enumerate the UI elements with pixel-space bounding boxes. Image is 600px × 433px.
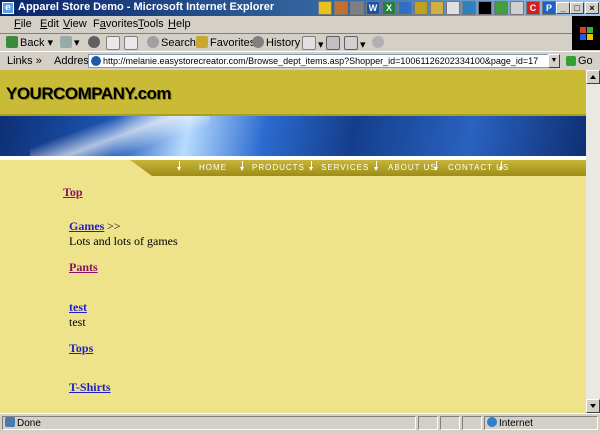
favorites-button[interactable]: Favorites bbox=[196, 36, 255, 49]
standard-toolbar: Back ▾ ▾ Search Favorites History ▾ ▾ bbox=[0, 34, 572, 51]
mail-icon bbox=[302, 36, 316, 50]
forward-button[interactable]: ▾ bbox=[60, 36, 80, 49]
menu-bar: File Edit View Favorites Tools Help bbox=[0, 16, 600, 34]
nav-products[interactable]: PRODUCTS bbox=[252, 163, 305, 172]
site-logo[interactable]: YOURCOMPANY.com bbox=[6, 84, 172, 104]
address-dropdown-button[interactable]: ▼ bbox=[548, 54, 560, 68]
nav-services[interactable]: SERVICES bbox=[321, 163, 369, 172]
nav-arrow-icon bbox=[499, 161, 503, 173]
page-globe-icon bbox=[91, 56, 101, 66]
page-done-icon bbox=[5, 417, 15, 427]
app-icon[interactable]: C bbox=[526, 1, 540, 15]
dept-description-games: Lots and lots of games bbox=[69, 234, 178, 248]
home-button[interactable] bbox=[124, 36, 140, 51]
ie-app-icon: e bbox=[2, 2, 14, 14]
top-link[interactable]: Top bbox=[63, 185, 83, 200]
app-icon[interactable] bbox=[398, 1, 412, 15]
go-button[interactable]: Go bbox=[566, 55, 593, 67]
back-button[interactable]: Back ▾ bbox=[6, 36, 53, 49]
refresh-icon bbox=[106, 36, 120, 50]
nav-about-us[interactable]: ABOUT US bbox=[388, 163, 437, 172]
history-clock-icon bbox=[252, 36, 264, 48]
dept-description-test: test bbox=[69, 315, 86, 329]
close-button[interactable]: × bbox=[585, 2, 599, 14]
nav-arrow-icon bbox=[309, 161, 313, 173]
home-icon bbox=[124, 36, 138, 50]
site-header: YOURCOMPANY.com bbox=[0, 70, 586, 116]
back-arrow-icon bbox=[6, 36, 18, 48]
scroll-down-button[interactable] bbox=[586, 399, 600, 413]
security-zone-panel: Internet bbox=[484, 416, 598, 430]
address-input[interactable]: http://melanie.easystorecreator.com/Brow… bbox=[88, 54, 560, 68]
menu-help[interactable]: Help bbox=[168, 18, 191, 30]
word-icon[interactable]: W bbox=[366, 1, 380, 15]
menu-view[interactable]: View bbox=[63, 18, 87, 30]
excel-icon[interactable]: X bbox=[382, 1, 396, 15]
dept-link-tops[interactable]: Tops bbox=[69, 341, 93, 356]
windows-logo-icon bbox=[580, 27, 593, 40]
links-button[interactable]: Links » bbox=[7, 55, 42, 67]
tool-icon[interactable] bbox=[334, 1, 348, 15]
print-button[interactable] bbox=[326, 36, 342, 51]
dept-link-games[interactable]: Games bbox=[69, 219, 104, 234]
mail-button[interactable]: ▾ bbox=[302, 36, 324, 51]
go-arrow-icon bbox=[566, 56, 576, 66]
search-button[interactable]: Search bbox=[147, 36, 196, 49]
menu-tools[interactable]: Tools bbox=[138, 18, 164, 30]
nav-arrow-icon bbox=[177, 161, 181, 173]
app-icon[interactable] bbox=[478, 1, 492, 15]
menu-edit[interactable]: Edit bbox=[40, 18, 59, 30]
menu-file[interactable]: File bbox=[14, 18, 32, 30]
page-content: YOURCOMPANY.com HOME PRODUCTS SERVICES A… bbox=[0, 70, 586, 413]
app-icon[interactable] bbox=[446, 1, 460, 15]
menu-favorites[interactable]: Favorites bbox=[93, 18, 138, 30]
app-icon[interactable] bbox=[494, 1, 508, 15]
vertical-scrollbar[interactable] bbox=[586, 70, 600, 413]
nav-home[interactable]: HOME bbox=[199, 163, 227, 172]
messenger-button[interactable] bbox=[372, 36, 386, 49]
app-icon[interactable] bbox=[462, 1, 476, 15]
dept-link-test[interactable]: test bbox=[69, 300, 87, 315]
dept-link-pants[interactable]: Pants bbox=[69, 260, 98, 275]
favorites-folder-icon bbox=[196, 36, 208, 48]
refresh-button[interactable] bbox=[106, 36, 122, 51]
tool-icon[interactable] bbox=[350, 1, 364, 15]
address-url: http://melanie.easystorecreator.com/Brow… bbox=[103, 56, 539, 66]
dept-more-indicator: >> bbox=[107, 219, 121, 233]
address-bar: Links » Address http://melanie.easystore… bbox=[0, 51, 600, 71]
edit-icon bbox=[344, 36, 358, 50]
status-text-panel: Done bbox=[2, 416, 416, 430]
stop-button[interactable] bbox=[88, 36, 102, 49]
header-banner-image bbox=[0, 116, 586, 156]
nav-arrow-icon bbox=[240, 161, 244, 173]
nav-arrow-icon bbox=[374, 161, 378, 173]
edit-button[interactable]: ▾ bbox=[344, 36, 366, 51]
quick-launch-tray: W X C P bbox=[318, 0, 558, 16]
nav-bar: HOME PRODUCTS SERVICES ABOUT US CONTACT … bbox=[130, 160, 586, 176]
minimize-button[interactable]: _ bbox=[556, 2, 570, 14]
search-icon[interactable] bbox=[430, 1, 444, 15]
print-icon bbox=[326, 36, 340, 50]
maximize-button[interactable]: □ bbox=[570, 2, 584, 14]
scroll-up-button[interactable] bbox=[586, 70, 600, 84]
window-title-bar: e Apparel Store Demo - Microsoft Interne… bbox=[0, 0, 600, 16]
status-bar: Done Internet bbox=[0, 413, 600, 433]
history-button[interactable]: History bbox=[252, 36, 300, 49]
app-icon[interactable] bbox=[414, 1, 428, 15]
app-icon[interactable]: P bbox=[542, 1, 556, 15]
app-icon[interactable] bbox=[510, 1, 524, 15]
forward-arrow-icon bbox=[60, 36, 72, 48]
window-title: Apparel Store Demo - Microsoft Internet … bbox=[18, 1, 275, 13]
ie-throbber-logo bbox=[572, 16, 600, 50]
internet-globe-icon bbox=[487, 417, 497, 427]
site-nav: HOME PRODUCTS SERVICES ABOUT US CONTACT … bbox=[0, 160, 586, 176]
stop-icon bbox=[88, 36, 100, 48]
nav-arrow-icon bbox=[434, 161, 438, 173]
folder-icon[interactable] bbox=[318, 1, 332, 15]
dept-link-t-shirts[interactable]: T-Shirts bbox=[69, 380, 111, 395]
search-icon bbox=[147, 36, 159, 48]
messenger-person-icon bbox=[372, 36, 384, 48]
